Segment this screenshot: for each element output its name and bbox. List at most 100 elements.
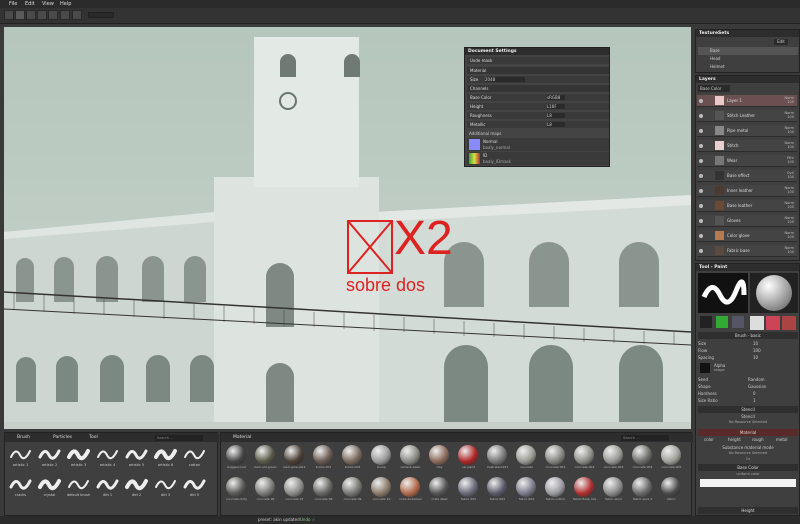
alpha-thumb-icon[interactable]	[700, 363, 710, 373]
layer-row[interactable]: Wear Pthr 100	[697, 155, 797, 167]
brush-preset[interactable]: artistic 2	[36, 445, 63, 469]
material-preset[interactable]: concrete-dirty	[223, 477, 250, 502]
eye-icon[interactable]	[699, 144, 703, 148]
stencil-head[interactable]: Stencil	[698, 406, 798, 413]
layer-row[interactable]: Base effect Ovrl 100	[697, 170, 797, 182]
channel-row[interactable]: Roughness L8	[467, 112, 609, 119]
layer-row[interactable]: Stitch Leather Norm 100	[697, 110, 797, 122]
projection-tool-icon[interactable]	[26, 10, 36, 20]
material-preset[interactable]: concrete 09	[339, 477, 366, 502]
brush-preset[interactable]: cracks	[7, 475, 34, 499]
eye-icon[interactable]	[699, 174, 703, 178]
eye-icon[interactable]	[699, 219, 703, 223]
brush-preset[interactable]: dirt 5	[181, 475, 208, 499]
material-preset[interactable]: bump	[368, 445, 395, 470]
shelf-tab-brush[interactable]: Brush	[9, 434, 30, 441]
brush-preset[interactable]: cotton	[181, 445, 208, 469]
brush-preset[interactable]: dirt 2	[123, 475, 150, 499]
mat-tab-color[interactable]: color	[704, 437, 714, 442]
layer-row[interactable]: Color glove Norm 100	[697, 230, 797, 242]
layer-row[interactable]: Fabric base Norm 100	[697, 245, 797, 257]
toolbar-dropdown[interactable]	[88, 12, 114, 18]
layer-blend[interactable]: Norm 100	[784, 246, 794, 254]
texture-set-item[interactable]: Helmet	[698, 63, 798, 71]
brush-preset[interactable]: dirt 3	[152, 475, 179, 499]
height-head[interactable]: Height	[698, 507, 798, 514]
base-color-swatch-bar[interactable]	[700, 479, 796, 487]
uv-mode-row[interactable]: Uvde mask	[467, 57, 609, 64]
texture-set-item[interactable]: Head	[698, 55, 798, 63]
material-preset[interactable]: fabric 003	[484, 477, 511, 502]
material-preset[interactable]: fabric	[658, 477, 685, 502]
layer-blend[interactable]: Norm 100	[784, 111, 794, 119]
brush-section-head[interactable]: Brush - basic	[698, 332, 798, 339]
brush-preset[interactable]: artistic 1	[7, 445, 34, 469]
param-size-row[interactable]: Size 10	[698, 341, 798, 347]
paint-tool-icon[interactable]	[4, 10, 14, 20]
color-swatch[interactable]	[782, 316, 796, 330]
hardness-row[interactable]: Hardness 0	[698, 391, 798, 397]
material-preset[interactable]: color-andaman	[397, 477, 424, 502]
material-preset[interactable]: bricks 003	[339, 445, 366, 470]
material-preset[interactable]: concrete 10	[368, 477, 395, 502]
menu-edit[interactable]: Edit	[25, 1, 35, 7]
material-preset[interactable]: concrete 001	[542, 445, 569, 470]
material-head[interactable]: Material	[698, 429, 798, 436]
mat-tab-height[interactable]: height	[728, 437, 741, 442]
eye-icon[interactable]	[699, 204, 703, 208]
layer-row[interactable]: Inner leather Norm 100	[697, 185, 797, 197]
layer-row[interactable]: Layer 1 Norm 100	[697, 95, 797, 107]
map-id[interactable]: ID baaly_IDmask	[467, 152, 609, 165]
stencil-slot-icon[interactable]	[716, 316, 728, 328]
map-normal[interactable]: Normal baaly_normal	[467, 138, 609, 151]
param-spacing-row[interactable]: Spacing 10	[698, 355, 798, 361]
texture-sets-edit-button[interactable]: Edit	[774, 39, 788, 45]
clone-tool-icon[interactable]	[60, 10, 70, 20]
eye-icon[interactable]	[699, 234, 703, 238]
material-preset[interactable]: fabric 002	[455, 477, 482, 502]
layer-blend[interactable]: Ovrl 100	[787, 171, 794, 179]
brush-preset[interactable]: artistic 3	[65, 445, 92, 469]
material-preset[interactable]: clay	[426, 445, 453, 470]
material-preset[interactable]: fabric wool 2	[629, 477, 656, 502]
material-preset[interactable]: concrete 003	[600, 445, 627, 470]
eye-icon[interactable]	[699, 114, 703, 118]
material-preset[interactable]: crate steel	[426, 477, 453, 502]
material-preset[interactable]: bark-old-green	[252, 445, 279, 470]
material-preset[interactable]: concrete 06	[252, 477, 279, 502]
shelf-tab-material[interactable]: Material	[225, 434, 251, 441]
layer-blend[interactable]: Norm 100	[784, 201, 794, 209]
channel-row[interactable]: Height L16F	[467, 103, 609, 110]
material-preset[interactable]: fabric-wool	[600, 477, 627, 502]
empty-slot-icon[interactable]	[732, 316, 744, 328]
shelf-tab-tool[interactable]: Tool	[81, 434, 98, 441]
brush-preset[interactable]: artistic 6	[152, 445, 179, 469]
shelf-tab-particles[interactable]: Particles	[45, 434, 72, 441]
shape-row[interactable]: Shape Gaussian	[698, 384, 798, 390]
material-preset[interactable]: bark-pine-dark	[281, 445, 308, 470]
eraser-tool-icon[interactable]	[15, 10, 25, 20]
eye-icon[interactable]	[699, 99, 703, 103]
eye-icon[interactable]	[699, 249, 703, 253]
layer-row[interactable]: Base leather Norm 100	[697, 200, 797, 212]
material-preset[interactable]: concrete 005	[658, 445, 685, 470]
material-preset[interactable]: concrete	[513, 445, 540, 470]
param-flow-row[interactable]: Flow 100	[698, 348, 798, 354]
layer-blend[interactable]: Norm 100	[784, 126, 794, 134]
size-select[interactable]: 2048	[485, 77, 525, 82]
mat-tab-rough[interactable]: rough	[752, 437, 764, 442]
smudge-tool-icon[interactable]	[48, 10, 58, 20]
brush-preset[interactable]: artistic 4	[94, 445, 121, 469]
layer-blend[interactable]: Norm 100	[784, 231, 794, 239]
size-row[interactable]: Size 2048	[467, 76, 609, 83]
menu-file[interactable]: File	[9, 1, 17, 7]
layer-blend[interactable]: Pthr 100	[787, 156, 794, 164]
material-preset[interactable]: concrete 07	[281, 477, 308, 502]
size-ratio-row[interactable]: Size Ratio 1	[698, 398, 798, 404]
material-preset[interactable]: car-paint	[455, 445, 482, 470]
base-color-head[interactable]: Base Color	[698, 464, 798, 471]
menu-help[interactable]: Help	[60, 1, 71, 7]
mat-tab-metal[interactable]: metal	[776, 437, 788, 442]
brush-preset[interactable]: crystal	[36, 475, 63, 499]
picker-tool-icon[interactable]	[72, 10, 82, 20]
